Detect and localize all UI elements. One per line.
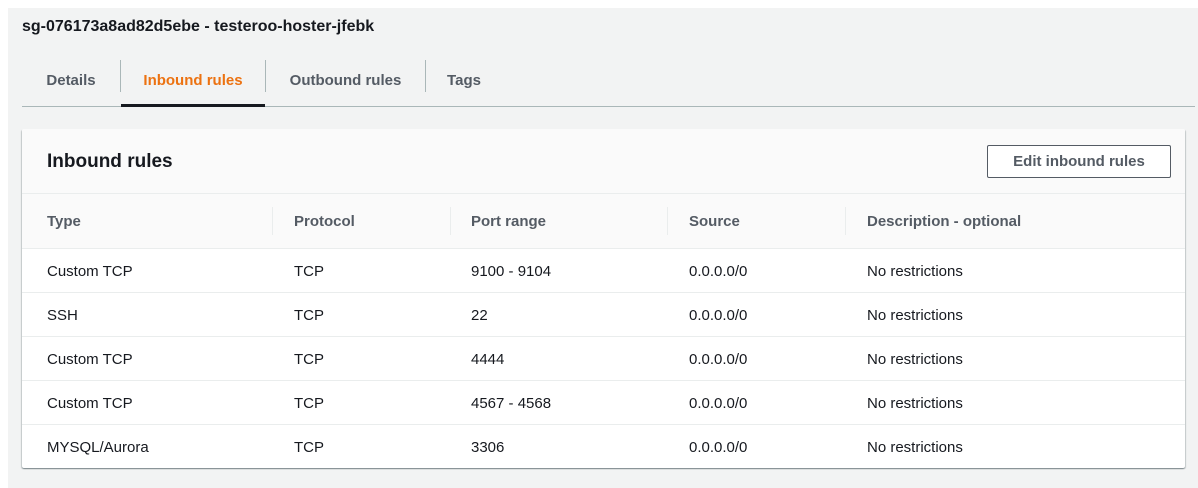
column-divider[interactable] — [667, 207, 668, 235]
security-group-details-page: sg-076173a8ad82d5ebe - testeroo-hoster-j… — [8, 8, 1198, 488]
cell-port-range: 22 — [471, 306, 488, 324]
tab-bar: Details Inbound rules Outbound rules Tag… — [22, 54, 1195, 107]
cell-description: No restrictions — [867, 306, 963, 324]
tab-outbound-rules[interactable]: Outbound rules — [266, 54, 425, 106]
table-header: Type Protocol Port range Source Descript… — [22, 194, 1185, 249]
cell-type: Custom TCP — [47, 350, 133, 368]
column-header-protocol[interactable]: Protocol — [294, 194, 355, 249]
cell-port-range: 9100 - 9104 — [471, 262, 552, 280]
cell-description: No restrictions — [867, 350, 963, 368]
table-row: Custom TCP TCP 4444 0.0.0.0/0 No restric… — [22, 337, 1185, 381]
security-group-title: sg-076173a8ad82d5ebe - testeroo-hoster-j… — [22, 18, 375, 35]
column-header-description[interactable]: Description - optional — [867, 194, 1021, 249]
table-row: MYSQL/Aurora TCP 3306 0.0.0.0/0 No restr… — [22, 425, 1185, 469]
column-divider[interactable] — [450, 207, 451, 235]
cell-source: 0.0.0.0/0 — [689, 438, 748, 456]
cell-description: No restrictions — [867, 262, 963, 280]
column-divider[interactable] — [845, 207, 846, 235]
column-header-source[interactable]: Source — [689, 194, 740, 249]
tab-inbound-rules[interactable]: Inbound rules — [121, 54, 265, 107]
cell-type: Custom TCP — [47, 394, 133, 412]
column-divider[interactable] — [272, 207, 273, 235]
cell-source: 0.0.0.0/0 — [689, 306, 748, 324]
cell-protocol: TCP — [294, 350, 324, 368]
cell-source: 0.0.0.0/0 — [689, 394, 748, 412]
cell-protocol: TCP — [294, 262, 324, 280]
cell-description: No restrictions — [867, 438, 963, 456]
cell-protocol: TCP — [294, 306, 324, 324]
cell-protocol: TCP — [294, 394, 324, 412]
cell-source: 0.0.0.0/0 — [689, 262, 748, 280]
cell-type: Custom TCP — [47, 262, 133, 280]
inbound-rules-panel: Inbound rules Edit inbound rules Type Pr… — [22, 129, 1185, 468]
cell-port-range: 4567 - 4568 — [471, 394, 552, 412]
cell-protocol: TCP — [294, 438, 324, 456]
panel-title: Inbound rules — [47, 151, 173, 172]
cell-port-range: 4444 — [471, 350, 505, 368]
tab-tags[interactable]: Tags — [426, 54, 502, 106]
column-header-type[interactable]: Type — [47, 194, 81, 249]
edit-inbound-rules-button[interactable]: Edit inbound rules — [987, 145, 1171, 178]
cell-type: SSH — [47, 306, 78, 324]
cell-description: No restrictions — [867, 394, 963, 412]
panel-header: Inbound rules Edit inbound rules — [22, 129, 1185, 194]
cell-source: 0.0.0.0/0 — [689, 350, 748, 368]
column-header-port-range[interactable]: Port range — [471, 194, 546, 249]
table-row: Custom TCP TCP 9100 - 9104 0.0.0.0/0 No … — [22, 249, 1185, 293]
tab-details[interactable]: Details — [22, 54, 120, 106]
cell-type: MYSQL/Aurora — [47, 438, 149, 456]
table-row: Custom TCP TCP 4567 - 4568 0.0.0.0/0 No … — [22, 381, 1185, 425]
cell-port-range: 3306 — [471, 438, 505, 456]
table-row: SSH TCP 22 0.0.0.0/0 No restrictions — [22, 293, 1185, 337]
